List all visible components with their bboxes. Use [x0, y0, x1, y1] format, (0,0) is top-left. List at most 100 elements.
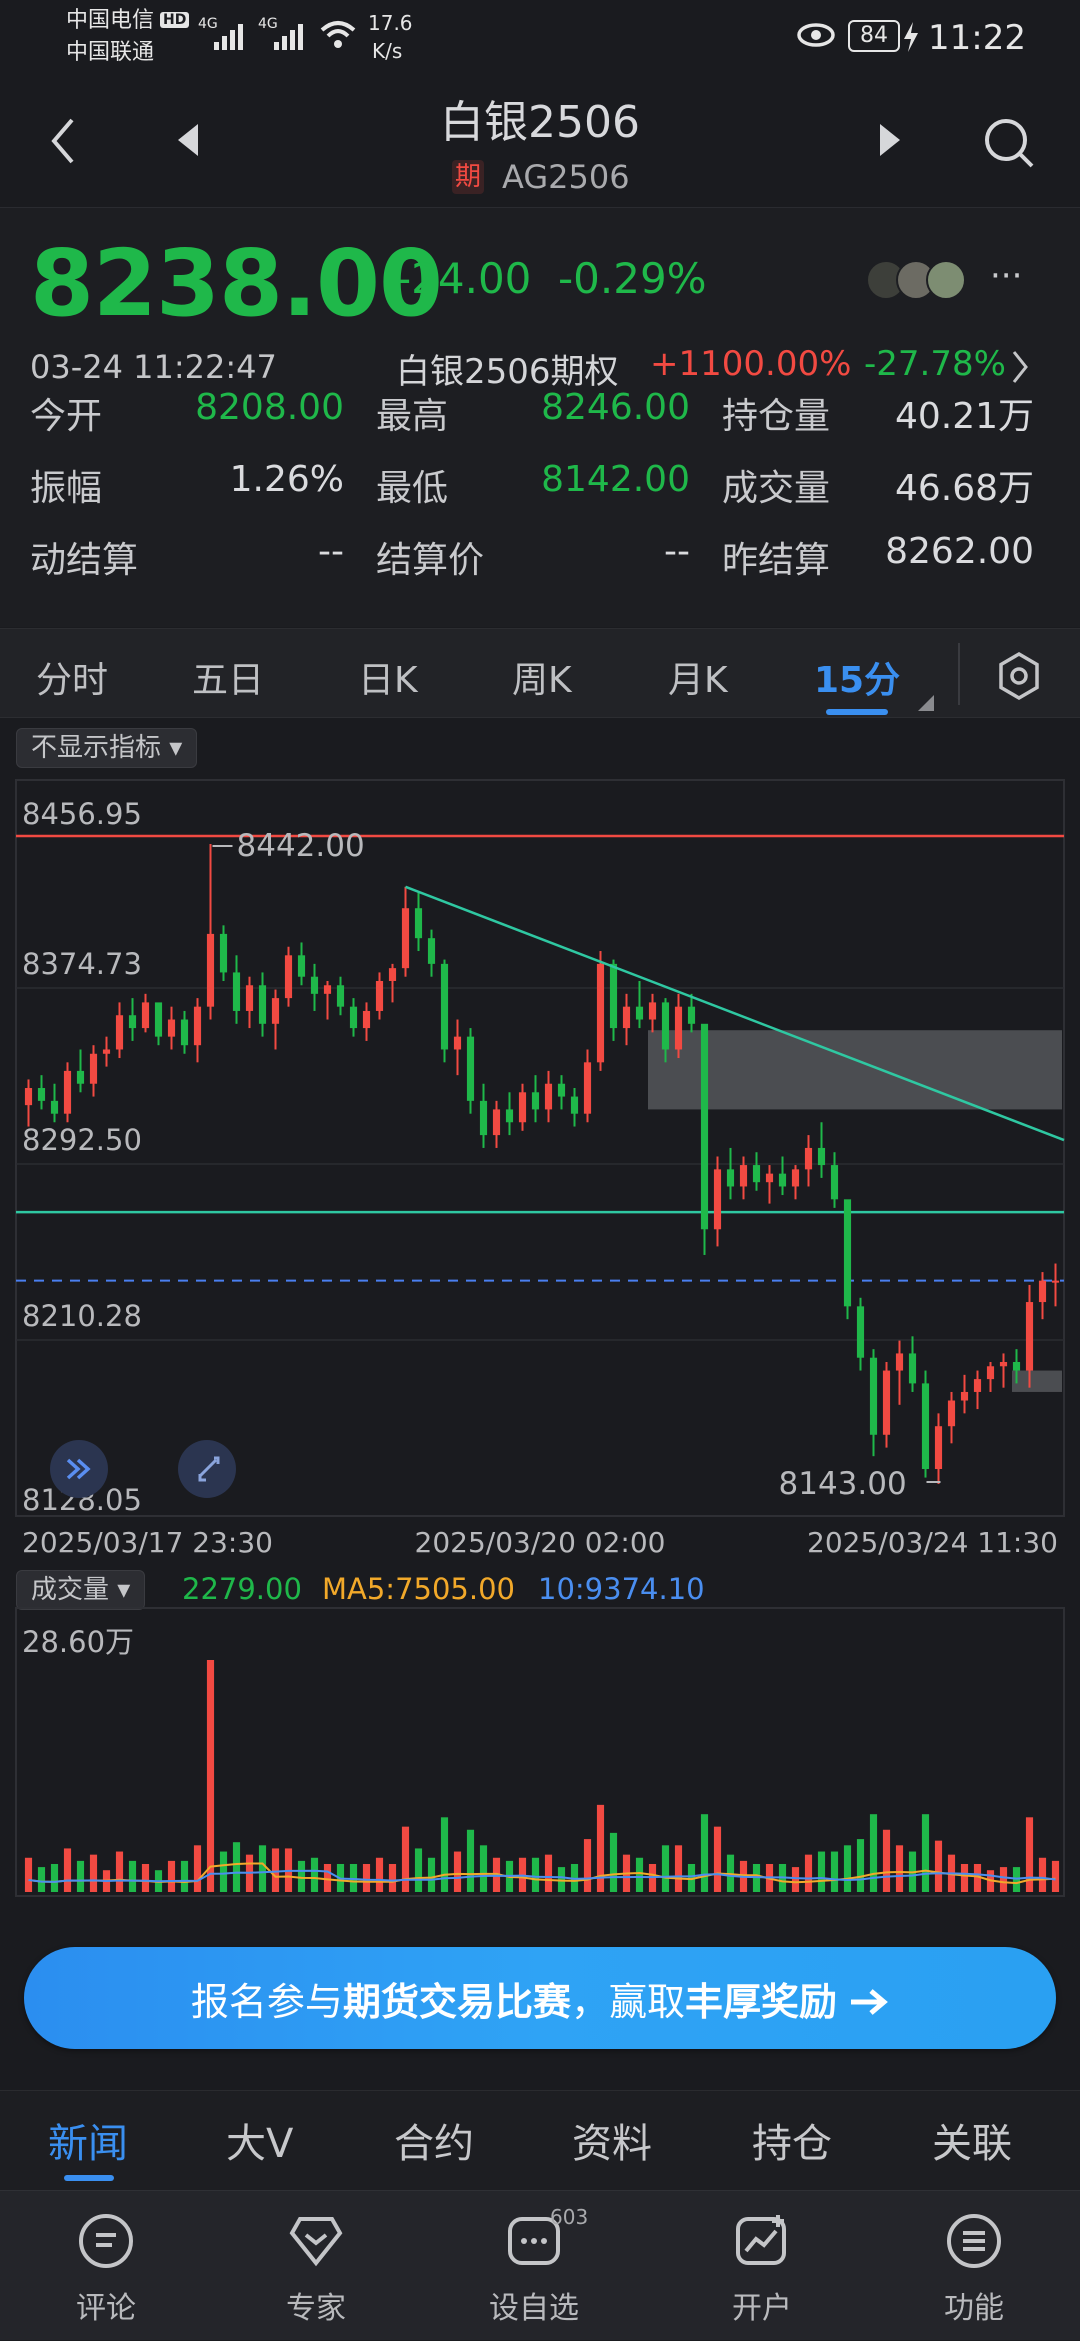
volume-bar: [531, 1857, 540, 1892]
candle-body: [219, 933, 228, 973]
candle-body: [245, 985, 254, 1011]
volume-bar: [388, 1863, 397, 1892]
banner-text: 报名参与期货交易比赛，赢取丰厚奖励: [24, 1971, 1056, 2026]
x-tick-label: 2025/03/20 02:00: [415, 1526, 666, 1559]
carrier-2: 中国联通: [66, 40, 155, 65]
candle-body: [193, 1006, 202, 1046]
stat-value: 8208.00: [195, 387, 344, 428]
tab-intraday[interactable]: 分时: [36, 651, 108, 703]
candle-body: [531, 1092, 540, 1110]
open-account-button[interactable]: 开户: [692, 2191, 832, 2341]
candle-body: [336, 985, 345, 1007]
tab-info[interactable]: 资料: [572, 2111, 652, 2169]
comment-label: 评论: [76, 2291, 136, 2326]
tab-weekly-k[interactable]: 周K: [512, 651, 572, 703]
dropdown-corner-icon[interactable]: [918, 695, 934, 711]
double-chevron-icon: [66, 1458, 91, 1480]
period-tabs: 分时 五日 日K 周K 月K 15分: [0, 628, 1080, 718]
prev-contract-icon[interactable]: [176, 122, 202, 158]
candle-body: [24, 1088, 33, 1106]
tab-news[interactable]: 新闻: [48, 2111, 128, 2169]
candle-body: [115, 1015, 124, 1050]
volume-bar: [115, 1851, 124, 1892]
stat-label: 动结算: [30, 540, 139, 581]
tab-15min[interactable]: 15分: [814, 651, 900, 703]
stat-value: 1.26%: [229, 459, 344, 500]
candle-body: [843, 1199, 852, 1307]
fullscreen-button[interactable]: [178, 1440, 236, 1498]
next-contract-icon[interactable]: [876, 122, 902, 158]
contract-code: AG2506: [502, 158, 630, 196]
candle-body: [804, 1147, 813, 1170]
menu-label: 功能: [944, 2291, 1004, 2326]
banner-text-d: 丰厚奖励: [684, 1980, 837, 2024]
candle-body: [232, 972, 241, 1011]
candle-body: [375, 980, 384, 1011]
volume-bar: [427, 1857, 436, 1892]
signal-icon-2: [274, 24, 303, 50]
status-bar: 中国电信 中国联通 HD 4G 4G 17.6 K/s 84 11:22: [0, 0, 1080, 72]
tab-five-day[interactable]: 五日: [192, 651, 264, 703]
volume-bar: [24, 1857, 33, 1892]
tab-daily-k[interactable]: 日K: [358, 651, 418, 703]
volume-bar: [180, 1860, 189, 1892]
stat-value: 8262.00: [885, 531, 1034, 572]
candle-body: [128, 1015, 137, 1029]
more-icon[interactable]: ···: [990, 256, 1022, 296]
candle-body: [180, 1019, 189, 1046]
tab-contract[interactable]: 合约: [394, 2111, 474, 2169]
volume-bar: [1051, 1860, 1060, 1892]
candle-body: [1038, 1280, 1047, 1303]
expert-button[interactable]: 专家: [246, 2191, 386, 2341]
tab-related[interactable]: 关联: [932, 2111, 1012, 2169]
candle-body: [76, 1070, 85, 1084]
candle-body: [687, 1006, 696, 1024]
expand-left-button[interactable]: [50, 1440, 108, 1498]
candle-body: [726, 1169, 735, 1187]
volume-bar: [258, 1845, 267, 1892]
back-icon[interactable]: [48, 116, 78, 166]
candle-body: [440, 963, 449, 1050]
menu-button[interactable]: 功能: [904, 2191, 1044, 2341]
competition-banner[interactable]: 报名参与期货交易比赛，赢取丰厚奖励: [24, 1947, 1056, 2049]
tab-big-v[interactable]: 大V: [226, 2111, 293, 2169]
candle-body: [661, 1002, 670, 1050]
candle-body: [986, 1366, 995, 1380]
candle-body: [999, 1361, 1008, 1367]
active-tab-indicator: [826, 709, 888, 715]
volume-bar: [921, 1814, 930, 1892]
volume-bar: [271, 1848, 280, 1892]
open-account-label: 开户: [732, 2291, 792, 2326]
volume-bar: [596, 1804, 605, 1892]
option-up: +1100.00%: [650, 344, 852, 384]
search-icon[interactable]: [982, 116, 1038, 172]
volume-bar: [50, 1863, 59, 1892]
volume-panel-border: [15, 1607, 1065, 1897]
candle-body: [349, 1006, 358, 1029]
tab-monthly-k[interactable]: 月K: [668, 651, 728, 703]
tab-position[interactable]: 持仓: [752, 2111, 832, 2169]
volume-bar: [414, 1848, 423, 1892]
chevron-right-icon: [1012, 351, 1028, 383]
volume-max-label: 28.60万: [22, 1625, 134, 1659]
candle-body: [414, 908, 423, 939]
y-tick-label: 8374.73: [22, 947, 142, 981]
volume-bar: [232, 1842, 241, 1892]
settings-icon[interactable]: [994, 651, 1044, 701]
volume-bar: [856, 1839, 865, 1892]
candle-body: [505, 1109, 514, 1123]
comment-button[interactable]: 评论: [36, 2191, 176, 2341]
expert-icon: [289, 2217, 343, 2267]
stat-value: 8142.00: [541, 459, 690, 500]
candle-body: [674, 1006, 683, 1050]
fullscreen-icon: [198, 1456, 220, 1482]
candlestick-chart[interactable]: 8456.958374.738292.508210.288128.058442.…: [0, 718, 1080, 1928]
watchlist-button[interactable]: 603 设自选: [464, 2191, 604, 2341]
stat-label: 结算价: [376, 540, 485, 581]
candle-body: [895, 1353, 904, 1371]
candle-body: [921, 1383, 930, 1470]
avatar-group[interactable]: [866, 260, 966, 300]
net-speed-unit: K/s: [372, 39, 403, 63]
candle-body: [518, 1092, 527, 1123]
candle-body: [570, 1096, 579, 1114]
